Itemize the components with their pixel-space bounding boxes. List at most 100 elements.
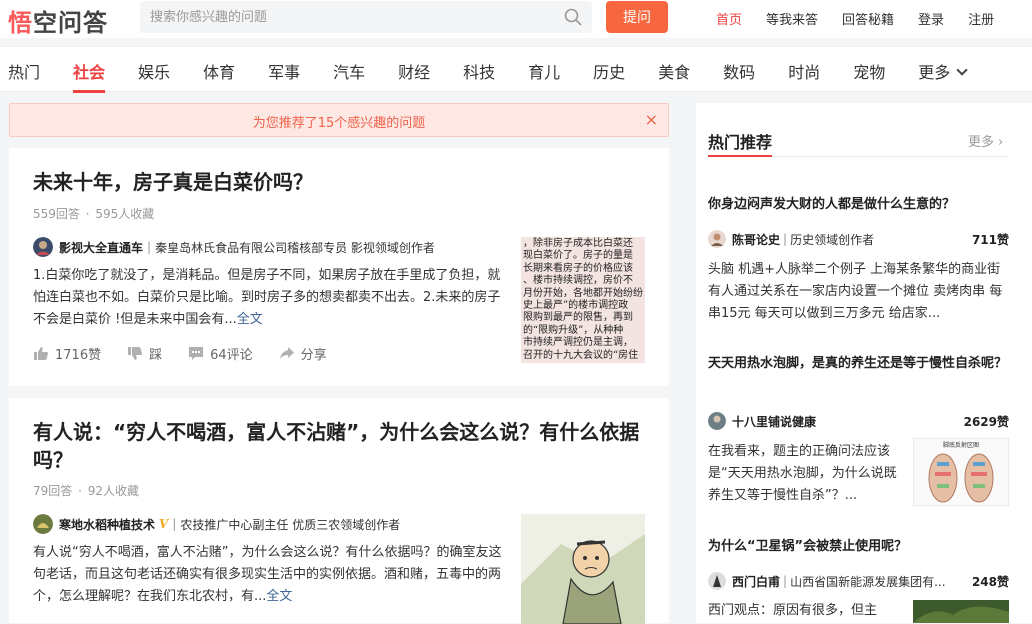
like-count: 248赞: [971, 574, 1009, 589]
full-text-link[interactable]: 全文: [266, 589, 292, 604]
avatar[interactable]: [708, 230, 726, 248]
category-bar: 热门 社会 娱乐 体育 军事 汽车 财经 科技 育儿 历史 美食 数码 时尚 宠…: [0, 46, 1032, 93]
panel-title-underline: [708, 155, 772, 157]
thumbnail-text-line: 市持续严调控仍是主调，: [523, 337, 633, 349]
category-auto[interactable]: 汽车: [333, 59, 365, 83]
answer-author: 寒地水稻种植技术 V | 农技推广中心副主任 优质三农领域创作者: [33, 514, 473, 534]
ask-button[interactable]: 提问: [606, 1, 668, 33]
nav-tips[interactable]: 回答秘籍: [842, 9, 894, 28]
like-button[interactable]: 1716赞: [33, 344, 101, 363]
divider: |: [147, 240, 152, 254]
category-history[interactable]: 历史: [593, 59, 625, 83]
avatar[interactable]: [708, 572, 726, 590]
author-name[interactable]: 十八里铺说健康: [732, 413, 816, 430]
avatar[interactable]: [708, 412, 726, 430]
nav-register[interactable]: 注册: [968, 9, 994, 28]
hot-excerpt[interactable]: 头脑 机遇+人脉举二个例子 上海某条繁华的商业街 有人通过关系在一家店内设置一个…: [708, 259, 1012, 325]
answer-excerpt[interactable]: 有人说“穷人不喝酒，富人不沾赌”，为什么会这么说？有什么依据吗？的确室友这句老话…: [33, 542, 503, 608]
category-parenting[interactable]: 育儿: [528, 59, 560, 83]
more-label: 更多: [968, 135, 995, 150]
answer-count[interactable]: 559回答: [33, 207, 80, 221]
answer-count[interactable]: 79回答: [33, 484, 72, 498]
hot-question-title[interactable]: 你身边闷声发大财的人都是做什么生意的？: [708, 194, 1010, 216]
nav-home[interactable]: 首页: [716, 9, 742, 28]
category-digital[interactable]: 数码: [723, 59, 755, 83]
like-count: 2629赞: [963, 414, 1009, 429]
category-finance[interactable]: 财经: [398, 59, 430, 83]
category-pets[interactable]: 宠物: [853, 59, 885, 83]
like-count: 1716赞: [55, 348, 102, 363]
hot-thumbnail[interactable]: 脚底反射区图: [913, 438, 1009, 506]
category-sports[interactable]: 体育: [203, 59, 235, 83]
avatar[interactable]: [33, 514, 53, 534]
thumbnail-text-line: ，除非房子成本比白菜还: [523, 238, 633, 249]
category-hot[interactable]: 热门: [8, 59, 40, 83]
question-card: 有人说：“穷人不喝酒，富人不沾赌”，为什么会这么说？有什么依据吗？ 79回答 ·…: [9, 398, 669, 624]
author-name[interactable]: 陈哥论史: [732, 231, 780, 248]
hot-recommend-panel: 热门推荐 更多 › 你身边闷声发大财的人都是做什么生意的？ 陈哥论史 | 历史领…: [696, 103, 1032, 623]
comment-button[interactable]: 64评论: [188, 344, 253, 363]
top-nav: 首页 等我来答 回答秘籍 登录 注册: [716, 9, 994, 28]
share-button[interactable]: 分享: [279, 344, 327, 363]
thumb-up-icon: [34, 347, 48, 360]
collect-count: 92人收藏: [87, 484, 140, 498]
category-food[interactable]: 美食: [658, 59, 690, 83]
logo-part1: 悟: [8, 9, 33, 37]
author-desc: 秦皇岛林氏食品有限公司稽核部专员 影视领域创作者: [155, 240, 435, 255]
more-link[interactable]: 更多 ›: [968, 131, 1003, 150]
verified-badge: V: [159, 517, 169, 531]
dislike-label: 踩: [149, 348, 163, 363]
close-icon[interactable]: ×: [645, 110, 658, 129]
author-name[interactable]: 影视大全直通车: [59, 239, 143, 256]
divider: |: [783, 574, 788, 588]
category-fashion[interactable]: 时尚: [788, 59, 820, 83]
author-name[interactable]: 西门白甫: [732, 573, 780, 590]
like-count: 711赞: [971, 232, 1009, 247]
avatar[interactable]: [33, 237, 53, 257]
chevron-down-icon: [956, 64, 968, 76]
nav-login[interactable]: 登录: [918, 9, 944, 28]
thumbnail-text-line: 月份开始，各地都开始纷纷: [523, 287, 643, 299]
search-box: [140, 1, 592, 33]
category-society[interactable]: 社会: [73, 59, 106, 93]
excerpt-text: 1.白菜你吃了就没了，是消耗品。但是房子不同，如果房子放在手里成了负担，就怕连白…: [33, 268, 501, 327]
search-input[interactable]: [150, 1, 550, 33]
author-name[interactable]: 寒地水稻种植技术: [59, 516, 155, 533]
divider: |: [172, 517, 177, 531]
recommend-notice: 为您推荐了15个感兴趣的问题 ×: [9, 103, 669, 137]
answer-thumbnail[interactable]: [521, 514, 645, 624]
author-desc: 农技推广中心副主任 优质三农领域创作者: [180, 517, 401, 532]
logo-part2: 空问答: [33, 9, 108, 37]
question-title[interactable]: 有人说：“穷人不喝酒，富人不沾赌”，为什么会这么说？有什么依据吗？: [33, 418, 643, 474]
share-label: 分享: [300, 348, 327, 363]
author-desc: 历史领域创作者: [790, 232, 875, 247]
hot-question-title[interactable]: 天天用热水泡脚，是真的养生还是等于慢性自杀呢？: [708, 353, 1010, 375]
question-title[interactable]: 未来十年，房子真是白菜价吗？: [33, 168, 653, 196]
thumbnail-text-line: 现白菜价了。房子的量是: [523, 250, 633, 262]
collect-count: 595人收藏: [95, 207, 155, 221]
full-text-link[interactable]: 全文: [237, 312, 263, 327]
comment-count: 64评论: [210, 348, 253, 363]
thumbnail-text-line: 、楼市持续调控，房价不: [523, 275, 633, 287]
category-more[interactable]: 更多: [918, 59, 968, 83]
answer-author: 影视大全直通车 | 秦皇岛林氏食品有限公司稽核部专员 影视领域创作者: [33, 237, 453, 257]
hot-question-title[interactable]: 为什么“卫星锅”会被禁止使用呢？: [708, 536, 1010, 558]
thumbnail-text-line: 的“限购升级”，从种种: [523, 324, 624, 336]
category-tech[interactable]: 科技: [463, 59, 495, 83]
answer-excerpt[interactable]: 1.白菜你吃了就没了，是消耗品。但是房子不同，如果房子放在手里成了负担，就怕连白…: [33, 265, 503, 331]
logo[interactable]: 悟空问答: [8, 3, 108, 38]
search-icon[interactable]: [564, 8, 582, 26]
category-military[interactable]: 军事: [268, 59, 300, 83]
panel-title: 热门推荐: [708, 133, 773, 152]
nav-waiting[interactable]: 等我来答: [766, 9, 818, 28]
hot-excerpt[interactable]: 在我看来，题主的正确问法应该是“天天用热水泡脚，为什么说既养生又等于慢性自杀”？…: [708, 441, 898, 507]
dislike-button[interactable]: 踩: [127, 344, 162, 363]
category-entertainment[interactable]: 娱乐: [138, 59, 170, 83]
thumbnail-text-line: 限购到最严的限售，再到: [523, 312, 633, 324]
answer-actions: 1716赞 踩 64评论 分享: [33, 344, 353, 363]
hot-thumbnail[interactable]: [913, 600, 1009, 623]
hot-author: 西门白甫 | 山西省国新能源发展集团有... 248赞: [708, 572, 1009, 590]
divider: |: [783, 232, 788, 246]
answer-thumbnail[interactable]: ，除非房子成本比白菜还 现白菜价了。房子的量是 长期来看房子的价格应该 、楼市持续调控…: [521, 237, 645, 363]
thumb-down-icon: [128, 347, 143, 360]
